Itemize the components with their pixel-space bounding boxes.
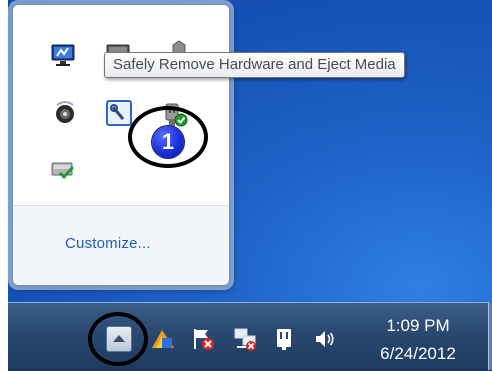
power-plug-icon[interactable]	[272, 326, 298, 352]
screenshot-left-margin	[0, 0, 8, 370]
wrench-tool-icon[interactable]	[105, 99, 133, 127]
panel-divider	[13, 205, 229, 206]
taskbar-clock[interactable]: 1:09 PM 6/24/2012	[360, 316, 476, 364]
network-icon[interactable]	[232, 326, 258, 352]
speaker-round-icon[interactable]	[51, 99, 79, 127]
app-color-icon[interactable]	[150, 326, 176, 352]
action-center-flag-icon[interactable]	[190, 326, 216, 352]
callout-ring-taskbar	[88, 312, 148, 366]
show-desktop-button[interactable]	[488, 302, 492, 370]
clock-date: 6/24/2012	[380, 344, 456, 363]
network-monitor-icon[interactable]	[49, 41, 77, 69]
check-device-icon[interactable]	[49, 155, 77, 183]
customize-link[interactable]: Customize...	[65, 235, 151, 252]
volume-icon[interactable]	[312, 326, 338, 352]
tooltip: Safely Remove Hardware and Eject Media	[104, 52, 405, 78]
clock-time: 1:09 PM	[386, 316, 450, 335]
callout-number-badge: 1	[152, 126, 184, 158]
